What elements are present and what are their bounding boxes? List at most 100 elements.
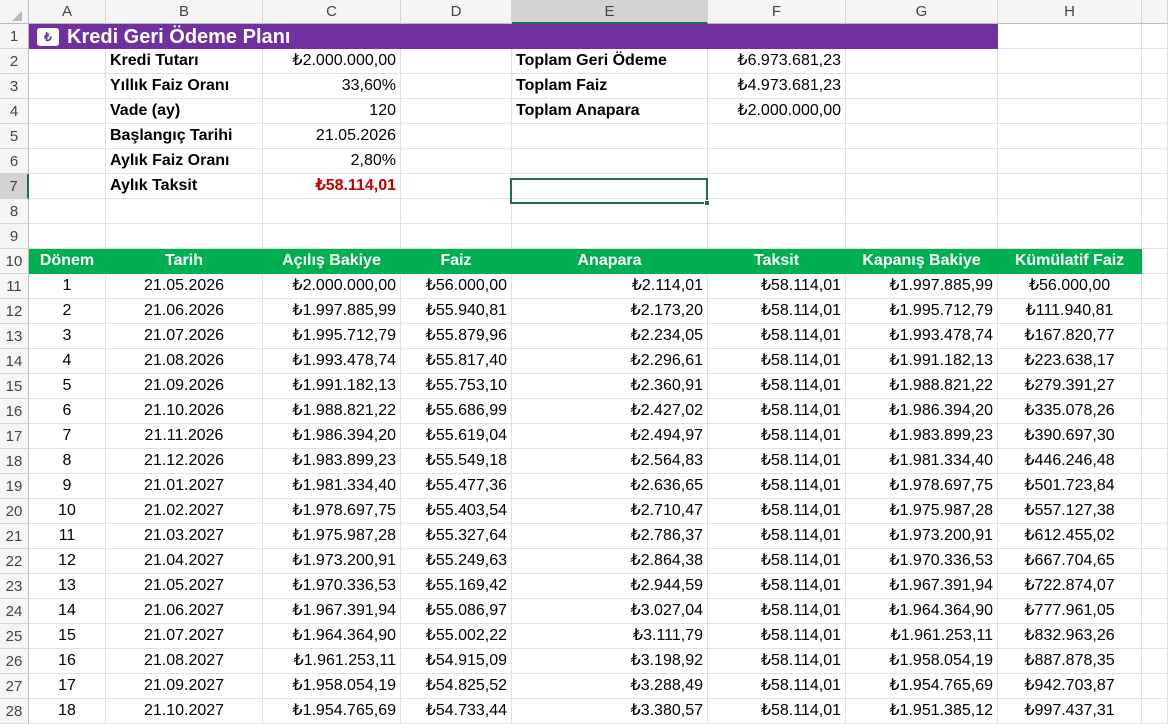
table-cell[interactable]: ₺1.961.253,11 — [263, 649, 401, 674]
table-cell[interactable]: 21.09.2026 — [106, 374, 263, 399]
table-cell[interactable]: ₺2.564,83 — [512, 449, 708, 474]
empty-cell[interactable] — [401, 199, 512, 224]
table-cell[interactable]: ₺111.940,81 — [998, 299, 1142, 324]
table-cell[interactable]: ₺2.786,37 — [512, 524, 708, 549]
empty-cell[interactable] — [401, 99, 512, 124]
empty-cell[interactable] — [401, 124, 512, 149]
row-header-16[interactable]: 16 — [0, 399, 29, 424]
table-cell[interactable]: ₺58.114,01 — [708, 274, 846, 299]
empty-cell[interactable] — [1142, 699, 1168, 724]
row-header-13[interactable]: 13 — [0, 324, 29, 349]
table-cell[interactable]: ₺557.127,38 — [998, 499, 1142, 524]
table-cell[interactable]: ₺1.961.253,11 — [846, 624, 998, 649]
table-cell[interactable]: ₺2.234,05 — [512, 324, 708, 349]
table-cell[interactable]: ₺1.958.054,19 — [263, 674, 401, 699]
empty-cell[interactable] — [263, 224, 401, 249]
table-cell[interactable]: 10 — [29, 499, 106, 524]
empty-cell[interactable] — [1142, 299, 1168, 324]
empty-cell[interactable] — [512, 174, 708, 199]
table-cell[interactable]: ₺3.027,04 — [512, 599, 708, 624]
table-cell[interactable]: 14 — [29, 599, 106, 624]
row-header-4[interactable]: 4 — [0, 99, 29, 124]
table-cell[interactable]: ₺2.427,02 — [512, 399, 708, 424]
empty-cell[interactable] — [998, 49, 1142, 74]
table-cell[interactable]: ₺1.978.697,75 — [846, 474, 998, 499]
empty-cell[interactable] — [29, 149, 106, 174]
empty-cell[interactable] — [512, 199, 708, 224]
empty-cell[interactable] — [1142, 524, 1168, 549]
empty-cell[interactable] — [1142, 374, 1168, 399]
table-cell[interactable]: ₺446.246,48 — [998, 449, 1142, 474]
empty-cell[interactable] — [846, 224, 998, 249]
table-cell[interactable]: ₺223.638,17 — [998, 349, 1142, 374]
table-cell[interactable]: ₺1.983.899,23 — [846, 424, 998, 449]
table-cell[interactable]: ₺3.380,57 — [512, 699, 708, 724]
column-header-c[interactable]: C — [263, 0, 401, 24]
empty-cell[interactable] — [29, 74, 106, 99]
input-value-2[interactable]: 33,60% — [263, 74, 401, 99]
table-cell[interactable]: ₺2.710,47 — [512, 499, 708, 524]
empty-cell[interactable] — [998, 174, 1142, 199]
table-cell[interactable]: ₺1.997.885,99 — [846, 274, 998, 299]
table-cell[interactable]: 21.04.2027 — [106, 549, 263, 574]
empty-cell[interactable] — [401, 149, 512, 174]
input-value-4[interactable]: 21.05.2026 — [263, 124, 401, 149]
table-cell[interactable]: ₺1.993.478,74 — [263, 349, 401, 374]
empty-cell[interactable] — [1142, 99, 1168, 124]
row-header-9[interactable]: 9 — [0, 224, 29, 249]
table-cell[interactable]: 21.12.2026 — [106, 449, 263, 474]
table-cell[interactable]: ₺55.619,04 — [401, 424, 512, 449]
table-cell[interactable]: ₺1.970.336,53 — [263, 574, 401, 599]
column-header-a[interactable]: A — [29, 0, 106, 24]
row-header-23[interactable]: 23 — [0, 574, 29, 599]
empty-cell[interactable] — [29, 49, 106, 74]
table-cell[interactable]: 21.05.2027 — [106, 574, 263, 599]
table-cell[interactable]: 4 — [29, 349, 106, 374]
table-cell[interactable]: ₺1.978.697,75 — [263, 499, 401, 524]
table-cell[interactable]: ₺58.114,01 — [708, 599, 846, 624]
table-cell[interactable]: ₺1.997.885,99 — [263, 299, 401, 324]
empty-cell[interactable] — [846, 49, 998, 74]
empty-cell[interactable] — [29, 99, 106, 124]
table-cell[interactable]: ₺2.296,61 — [512, 349, 708, 374]
table-cell[interactable]: ₺58.114,01 — [708, 449, 846, 474]
table-cell[interactable]: ₺777.961,05 — [998, 599, 1142, 624]
table-cell[interactable]: 15 — [29, 624, 106, 649]
empty-cell[interactable] — [1142, 349, 1168, 374]
empty-cell[interactable] — [29, 124, 106, 149]
table-cell[interactable]: 5 — [29, 374, 106, 399]
empty-cell[interactable] — [401, 49, 512, 74]
column-header-f[interactable]: F — [708, 0, 846, 24]
table-cell[interactable]: ₺1.995.712,79 — [263, 324, 401, 349]
row-header-11[interactable]: 11 — [0, 274, 29, 299]
empty-cell[interactable] — [1142, 599, 1168, 624]
table-cell[interactable]: ₺1.967.391,94 — [846, 574, 998, 599]
table-cell[interactable]: ₺55.249,63 — [401, 549, 512, 574]
empty-cell[interactable] — [1142, 24, 1168, 49]
table-cell[interactable]: ₺58.114,01 — [708, 349, 846, 374]
table-cell[interactable]: ₺1.988.821,22 — [846, 374, 998, 399]
table-cell[interactable]: 21.08.2027 — [106, 649, 263, 674]
empty-cell[interactable] — [29, 174, 106, 199]
column-header-b[interactable]: B — [106, 0, 263, 24]
table-cell[interactable]: ₺55.169,42 — [401, 574, 512, 599]
table-header-6[interactable]: Taksit — [708, 249, 846, 274]
row-header-19[interactable]: 19 — [0, 474, 29, 499]
table-cell[interactable]: ₺55.403,54 — [401, 499, 512, 524]
row-header-3[interactable]: 3 — [0, 74, 29, 99]
empty-cell[interactable] — [998, 99, 1142, 124]
row-header-1[interactable]: 1 — [0, 24, 29, 49]
table-cell[interactable]: ₺55.477,36 — [401, 474, 512, 499]
summary-value-2[interactable]: ₺4.973.681,23 — [708, 74, 846, 99]
table-cell[interactable]: ₺1.981.334,40 — [846, 449, 998, 474]
row-header-6[interactable]: 6 — [0, 149, 29, 174]
table-cell[interactable]: ₺667.704,65 — [998, 549, 1142, 574]
table-cell[interactable]: ₺56.000,00 — [401, 274, 512, 299]
table-cell[interactable]: ₺58.114,01 — [708, 549, 846, 574]
empty-cell[interactable] — [998, 224, 1142, 249]
row-header-10[interactable]: 10 — [0, 249, 29, 274]
table-cell[interactable]: 18 — [29, 699, 106, 724]
empty-cell[interactable] — [263, 199, 401, 224]
empty-cell[interactable] — [846, 174, 998, 199]
table-cell[interactable]: ₺887.878,35 — [998, 649, 1142, 674]
